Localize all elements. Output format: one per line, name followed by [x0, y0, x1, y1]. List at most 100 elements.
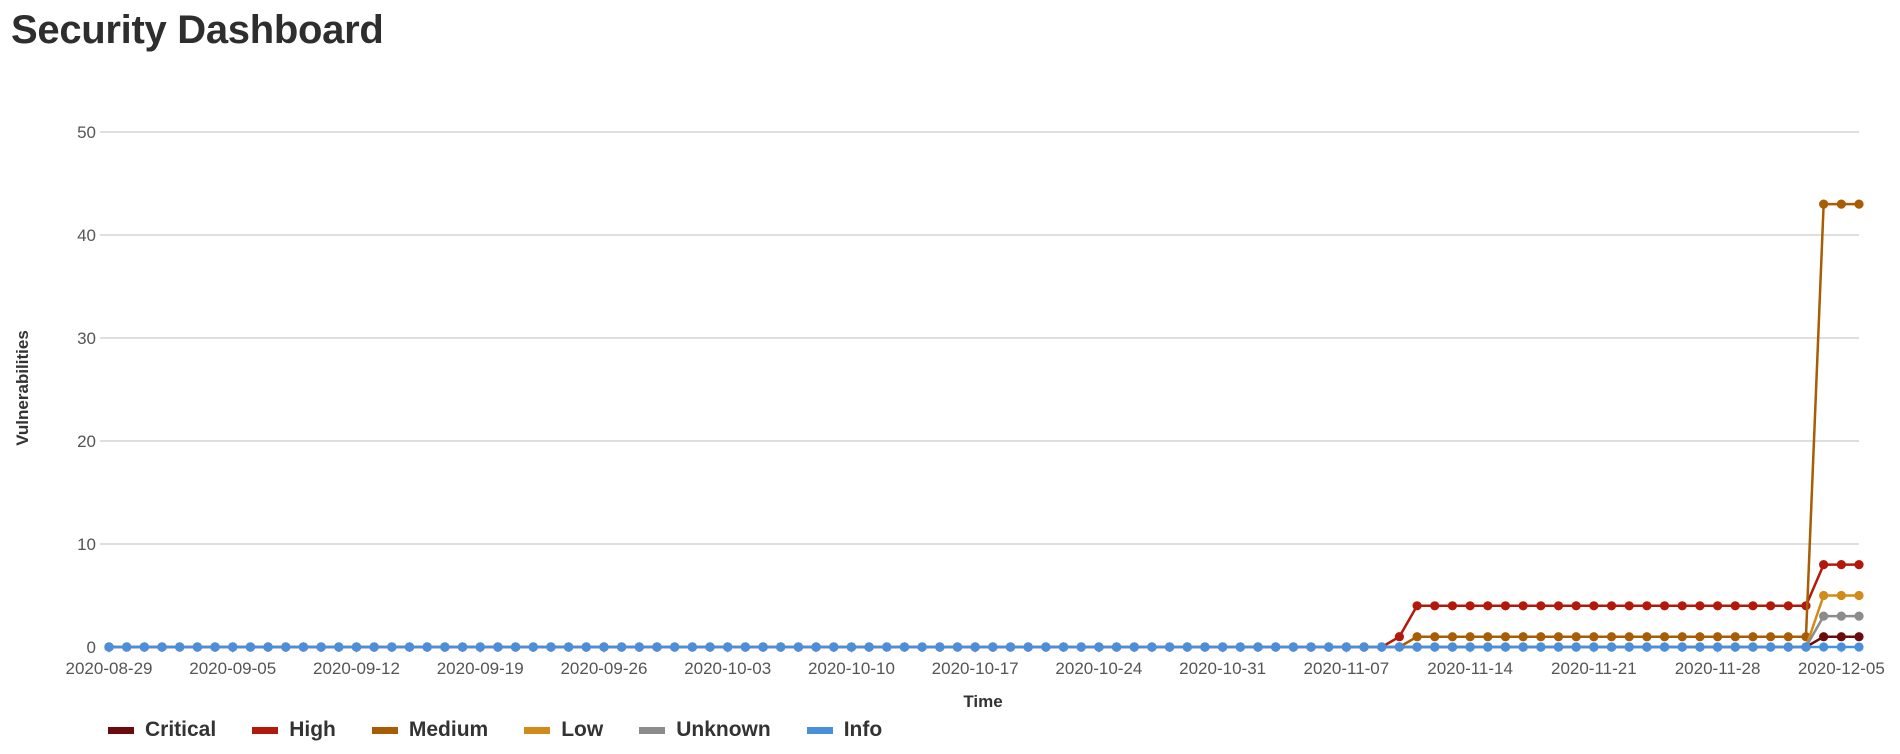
data-point[interactable] — [1447, 601, 1458, 611]
data-point[interactable] — [1748, 642, 1758, 652]
data-point[interactable] — [475, 642, 485, 652]
data-point[interactable] — [1819, 199, 1829, 209]
data-point[interactable] — [1430, 632, 1440, 642]
data-point[interactable] — [1571, 601, 1581, 611]
data-point[interactable] — [1165, 642, 1175, 652]
data-point[interactable] — [1500, 632, 1511, 642]
data-point[interactable] — [1271, 642, 1281, 652]
data-point[interactable] — [1394, 642, 1405, 652]
data-point[interactable] — [263, 642, 273, 652]
data-point[interactable] — [1553, 601, 1564, 611]
data-point[interactable] — [1606, 632, 1617, 642]
data-point[interactable] — [1094, 642, 1104, 652]
data-point[interactable] — [1819, 632, 1829, 642]
data-point[interactable] — [1712, 601, 1723, 611]
data-point[interactable] — [404, 642, 415, 652]
data-point[interactable] — [1854, 611, 1864, 621]
data-point[interactable] — [1571, 642, 1581, 652]
data-point[interactable] — [1412, 601, 1422, 611]
data-point[interactable] — [298, 642, 309, 652]
data-point[interactable] — [1677, 642, 1687, 652]
legend-item-unknown[interactable]: Unknown — [639, 718, 771, 742]
data-point[interactable] — [1500, 601, 1511, 611]
data-point[interactable] — [1819, 590, 1829, 601]
data-point[interactable] — [104, 642, 114, 652]
data-point[interactable] — [369, 642, 379, 652]
data-point[interactable] — [1836, 590, 1846, 601]
data-point[interactable] — [546, 642, 556, 652]
data-point[interactable] — [1695, 632, 1705, 642]
data-point[interactable] — [1500, 642, 1511, 652]
data-point[interactable] — [1836, 199, 1846, 209]
data-point[interactable] — [1836, 642, 1846, 652]
data-point[interactable] — [1412, 642, 1422, 652]
data-point[interactable] — [1041, 642, 1051, 652]
data-point[interactable] — [1005, 642, 1016, 652]
data-point[interactable] — [1147, 642, 1157, 652]
data-point[interactable] — [316, 642, 326, 652]
data-point[interactable] — [1854, 199, 1864, 209]
data-point[interactable] — [882, 642, 892, 652]
data-point[interactable] — [1571, 632, 1581, 642]
data-point[interactable] — [510, 642, 521, 652]
data-point[interactable] — [1076, 642, 1086, 652]
data-point[interactable] — [1854, 642, 1864, 652]
data-point[interactable] — [1624, 601, 1634, 611]
data-point[interactable] — [1111, 642, 1122, 652]
data-point[interactable] — [1483, 601, 1493, 611]
data-point[interactable] — [1023, 642, 1033, 652]
data-point[interactable] — [1518, 601, 1528, 611]
data-point[interactable] — [334, 642, 344, 652]
data-point[interactable] — [1589, 632, 1599, 642]
data-point[interactable] — [1536, 642, 1546, 652]
data-point[interactable] — [1783, 632, 1793, 642]
data-point[interactable] — [1377, 642, 1387, 652]
data-point[interactable] — [1253, 642, 1263, 652]
data-point[interactable] — [1606, 601, 1617, 611]
data-point[interactable] — [210, 642, 220, 652]
data-point[interactable] — [1288, 642, 1298, 652]
data-point[interactable] — [1819, 611, 1829, 621]
data-point[interactable] — [457, 642, 468, 652]
data-point[interactable] — [1730, 601, 1740, 611]
data-point[interactable] — [1589, 642, 1599, 652]
data-point[interactable] — [1712, 642, 1723, 652]
data-point[interactable] — [1659, 632, 1670, 642]
data-point[interactable] — [1712, 632, 1723, 642]
data-point[interactable] — [1518, 642, 1528, 652]
data-point[interactable] — [864, 642, 874, 652]
data-point[interactable] — [1766, 632, 1776, 642]
data-point[interactable] — [1801, 642, 1811, 652]
data-point[interactable] — [175, 642, 185, 652]
data-point[interactable] — [1483, 632, 1493, 642]
data-point[interactable] — [563, 642, 574, 652]
data-point[interactable] — [776, 642, 786, 652]
data-point[interactable] — [917, 642, 927, 652]
data-point[interactable] — [1642, 642, 1652, 652]
data-point[interactable] — [899, 642, 910, 652]
data-point[interactable] — [1447, 632, 1458, 642]
data-point[interactable] — [1659, 601, 1670, 611]
data-point[interactable] — [581, 642, 591, 652]
data-point[interactable] — [1854, 590, 1864, 601]
data-point[interactable] — [1218, 642, 1228, 652]
data-point[interactable] — [1819, 560, 1829, 570]
legend-item-low[interactable]: Low — [524, 718, 603, 742]
data-point[interactable] — [1518, 632, 1528, 642]
data-point[interactable] — [829, 642, 839, 652]
data-point[interactable] — [245, 642, 256, 652]
data-point[interactable] — [528, 642, 538, 652]
data-point[interactable] — [740, 642, 750, 652]
data-point[interactable] — [1430, 642, 1440, 652]
data-point[interactable] — [793, 642, 803, 652]
data-point[interactable] — [1854, 560, 1864, 570]
data-point[interactable] — [1589, 601, 1599, 611]
data-point[interactable] — [1553, 632, 1564, 642]
data-point[interactable] — [634, 642, 644, 652]
data-point[interactable] — [1465, 642, 1475, 652]
data-point[interactable] — [1430, 601, 1440, 611]
data-point[interactable] — [157, 642, 167, 652]
data-point[interactable] — [687, 642, 697, 652]
data-point[interactable] — [1200, 642, 1210, 652]
data-point[interactable] — [1836, 560, 1846, 570]
